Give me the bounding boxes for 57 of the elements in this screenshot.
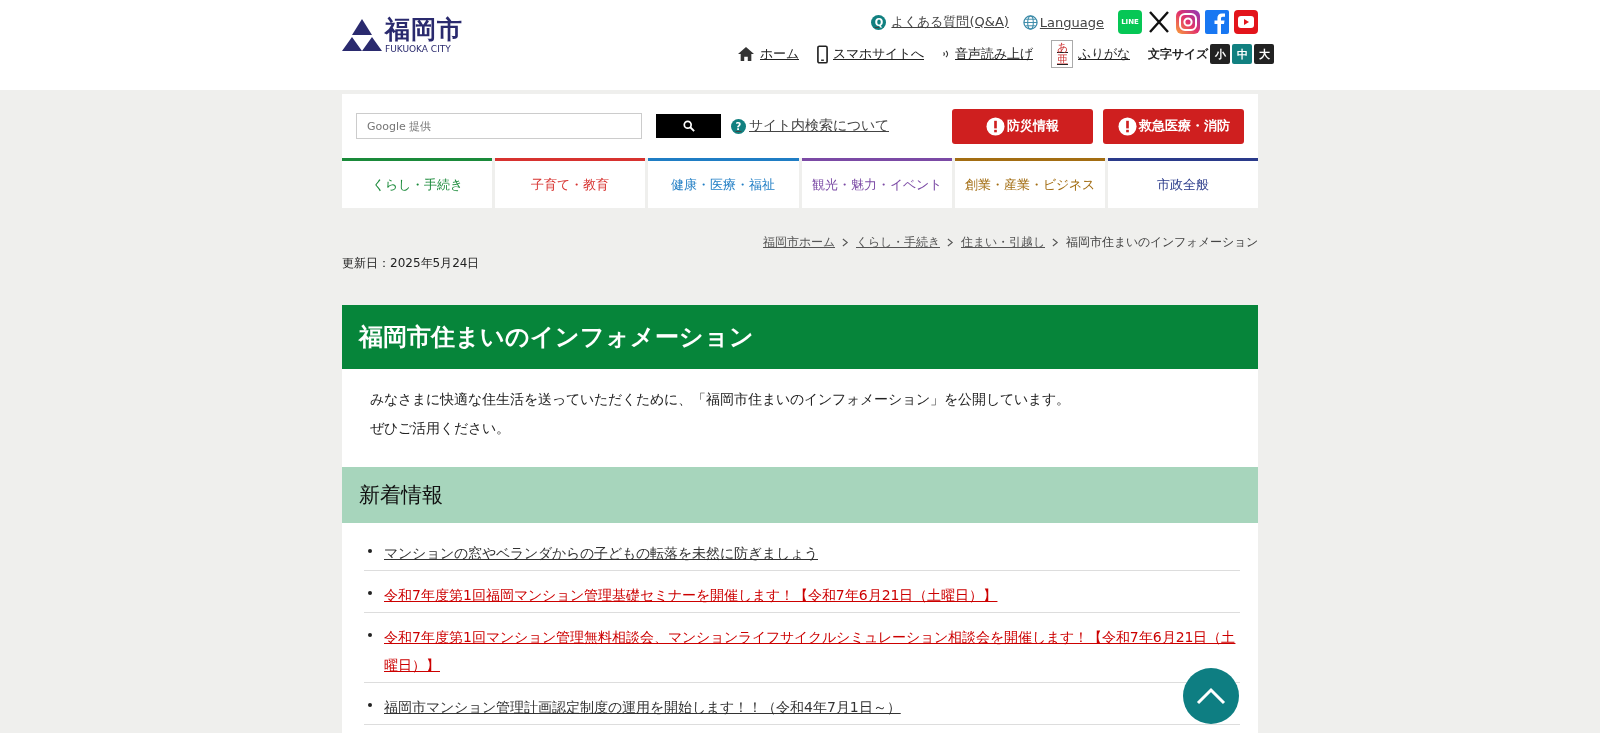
smartphone-site-link[interactable]: スマホサイトへ <box>817 44 924 64</box>
camera-icon[interactable] <box>1176 10 1200 34</box>
category-tab[interactable]: 健康・医療・福祉 <box>648 158 799 208</box>
language-link[interactable]: Language <box>1022 14 1104 30</box>
news-link[interactable]: マンションの窓やベランダからの子どもの転落を未然に防ぎましょう <box>384 539 818 567</box>
page-title: 福岡市住まいのインフォメーション <box>342 305 1258 369</box>
category-tab[interactable]: 市政全般 <box>1107 158 1258 208</box>
exclamation-icon <box>1117 116 1137 136</box>
update-date: 更新日：2025年5月24日 <box>342 255 481 272</box>
news-link[interactable]: 令和7年度第1回福岡マンション管理基礎セミナーを開催します！【令和7年6月21日（土曜日）】 <box>384 581 998 609</box>
bullet-icon <box>368 549 372 553</box>
alert-button[interactable]: 救急医療・消防 <box>1103 108 1244 144</box>
play-icon[interactable] <box>1234 10 1258 34</box>
furigana-icon: あ亜 <box>1051 40 1073 68</box>
category-tab[interactable]: 観光・魅力・イベント <box>801 158 952 208</box>
home-icon <box>737 46 755 62</box>
logo-mark-icon <box>342 17 382 53</box>
category-tab[interactable]: 子育て・教育 <box>495 158 646 208</box>
bullet-icon <box>368 633 372 637</box>
bullet-icon <box>368 591 372 595</box>
breadcrumb-link[interactable]: 福岡市ホーム <box>763 234 835 251</box>
chevron-icon <box>1052 238 1059 247</box>
news-link[interactable]: 令和7年度第1回マンション管理無料相談会、マンションライフサイクルシミュレーション相談会を開催します！【令和7年6月21日（土曜日）】 <box>384 623 1240 679</box>
city-logo[interactable]: 福岡市 FUKUOKA CITY <box>342 16 463 54</box>
news-link[interactable]: 福岡市マンション管理計画認定制度の運用を開始します！！（令和4年7月1日～） <box>384 693 901 721</box>
category-tab[interactable]: くらし・手続き <box>342 158 493 208</box>
category-tab[interactable]: 創業・産業・ビジネス <box>954 158 1105 208</box>
intro-text: ぜひご活用ください。 <box>370 419 511 438</box>
chevron-icon <box>947 238 954 247</box>
font-size-button[interactable]: 小 <box>1210 44 1230 64</box>
font-size-label: 文字サイズ <box>1148 45 1208 63</box>
exclamation-icon <box>986 116 1005 136</box>
x-logo-icon[interactable] <box>1147 10 1171 34</box>
read-aloud-link[interactable]: 音声読み上げ <box>942 45 1033 63</box>
home-link[interactable]: ホーム <box>737 45 799 63</box>
logo-subtitle: FUKUOKA CITY <box>385 44 452 54</box>
font-size-button[interactable]: 中 <box>1232 44 1252 64</box>
logo-name: 福岡市 <box>385 16 463 44</box>
search-button[interactable] <box>656 114 721 138</box>
facebook-f-icon[interactable] <box>1205 10 1229 34</box>
breadcrumb-current: 福岡市住まいのインフォメーション <box>1066 234 1258 251</box>
search-icon <box>682 120 695 132</box>
breadcrumb-link[interactable]: くらし・手続き <box>856 234 940 251</box>
font-size-button[interactable]: 大 <box>1254 44 1274 64</box>
faq-link[interactable]: Q よくある質問(Q&A) <box>871 13 1009 31</box>
section-heading: 新着情報 <box>342 467 1258 523</box>
intro-text: みなさまに快適な住生活を送っていただくために、「福岡市住まいのインフォメーション」を公開しています。 <box>370 390 1071 409</box>
chevron-icon <box>842 238 849 247</box>
search-field[interactable]: Google 提供 <box>356 113 642 139</box>
chevron-up-icon <box>1196 686 1226 706</box>
globe-icon <box>1022 14 1038 30</box>
search-help-link[interactable]: ? サイト内検索について <box>731 117 889 135</box>
alert-button[interactable]: 防災情報 <box>952 108 1093 144</box>
sound-wave-icon <box>942 48 950 60</box>
bullet-icon <box>368 703 372 707</box>
breadcrumb-link[interactable]: 住まい・引越し <box>961 234 1045 251</box>
smartphone-icon <box>817 44 828 64</box>
